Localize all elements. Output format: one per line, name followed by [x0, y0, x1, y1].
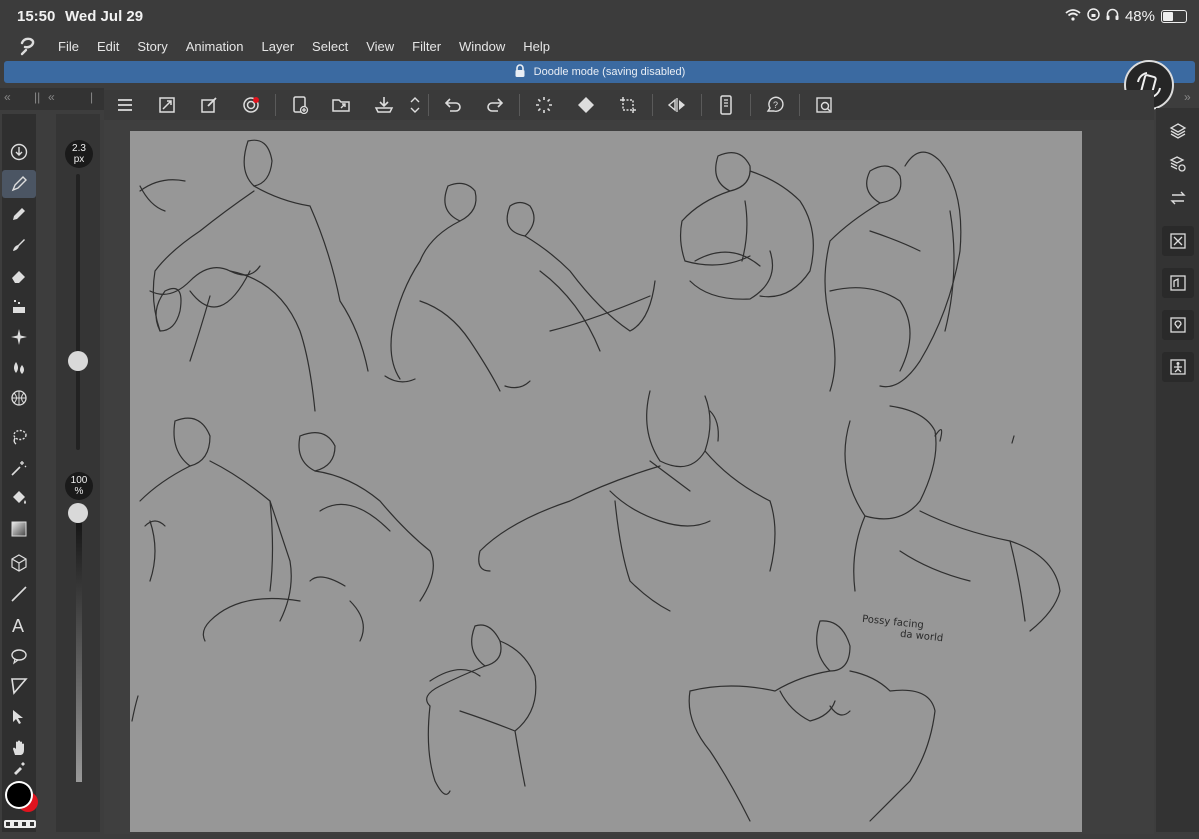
opacity-track[interactable]	[76, 512, 82, 782]
menu-select[interactable]: Select	[312, 39, 348, 54]
gradient-tool-icon[interactable]	[2, 515, 36, 543]
3d-object-icon[interactable]	[2, 549, 36, 577]
blur-tool-icon[interactable]	[2, 354, 36, 382]
opacity-unit: %	[74, 486, 84, 497]
perspective-tool-icon[interactable]	[2, 384, 36, 412]
app-logo-icon[interactable]	[17, 35, 39, 57]
brush-slider-panel: 2.3 px 100 %	[56, 114, 100, 832]
menu-icon[interactable]	[104, 90, 146, 120]
line-tool-icon[interactable]	[2, 580, 36, 608]
eyedropper-icon[interactable]	[2, 760, 36, 776]
svg-text:A: A	[12, 616, 24, 634]
brush-size-badge: 2.3 px	[65, 140, 93, 168]
text-tool-icon[interactable]: A	[2, 611, 36, 639]
right-palette-bar: »	[1156, 90, 1199, 832]
loading-icon[interactable]	[523, 90, 565, 120]
status-bar: 15:50 Wed Jul 29 48%	[0, 0, 1199, 32]
material-icon[interactable]	[1162, 310, 1194, 340]
brush-size-track[interactable]	[76, 174, 80, 450]
undo-icon[interactable]	[432, 90, 474, 120]
collapse-left-icon-2[interactable]: «	[48, 90, 55, 104]
redo-icon[interactable]	[474, 90, 516, 120]
main-color-swatch	[7, 783, 31, 807]
lasso-tool-icon[interactable]	[2, 423, 36, 451]
layer-property-icon[interactable]	[1162, 149, 1194, 179]
frame-tool-icon[interactable]	[2, 672, 36, 700]
doodle-mode-text: Doodle mode (saving disabled)	[533, 66, 686, 78]
command-bar: ?	[104, 90, 1154, 120]
magic-wand-icon[interactable]	[2, 454, 36, 482]
opacity-value: 100	[70, 475, 88, 486]
download-tool-icon[interactable]	[2, 138, 36, 166]
brush-tool-icon[interactable]	[2, 231, 36, 259]
menu-view[interactable]: View	[366, 39, 394, 54]
battery-percent: 48%	[1124, 8, 1155, 25]
doodle-mode-banner: Doodle mode (saving disabled)	[4, 61, 1195, 83]
help-icon[interactable]: ?	[754, 90, 796, 120]
brush-size-unit: px	[73, 154, 85, 165]
system-indicators: 48%	[1065, 8, 1187, 25]
object-select-icon[interactable]	[2, 703, 36, 731]
menu-layer[interactable]: Layer	[262, 39, 295, 54]
drag-handle-icon[interactable]: ||	[34, 90, 40, 104]
navigator-icon[interactable]	[1162, 226, 1194, 256]
flip-icon[interactable]	[656, 90, 698, 120]
menu-filter[interactable]: Filter	[412, 39, 441, 54]
fill-tool-icon[interactable]	[2, 484, 36, 512]
settings-icon[interactable]	[803, 90, 845, 120]
sparkle-tool-icon[interactable]	[2, 323, 36, 351]
transform-icon[interactable]	[188, 90, 230, 120]
drawing-paper[interactable]: Possy facing da world	[130, 131, 1082, 832]
lock-rotation-icon	[1087, 8, 1100, 25]
date: Wed Jul 29	[65, 8, 144, 25]
new-icon[interactable]	[279, 90, 321, 120]
color-well[interactable]	[2, 776, 38, 832]
swap-icon[interactable]	[1162, 183, 1194, 213]
save-icon[interactable]	[363, 90, 405, 120]
menu-file[interactable]: File	[58, 39, 79, 54]
eraser-tool-icon[interactable]	[2, 262, 36, 290]
device-icon[interactable]	[705, 90, 747, 120]
fill-icon[interactable]	[565, 90, 607, 120]
pencil-tool-icon[interactable]	[2, 200, 36, 228]
layers-icon[interactable]	[1162, 116, 1194, 146]
pen-tool-icon[interactable]	[2, 170, 36, 198]
brush-size-value: 2.3	[72, 143, 86, 154]
opacity-slider[interactable]	[68, 503, 88, 523]
lock-icon	[514, 63, 526, 81]
svg-text:?: ?	[773, 100, 778, 110]
crop-icon[interactable]	[607, 90, 649, 120]
opacity-badge: 100 %	[65, 472, 93, 500]
wifi-icon	[1065, 8, 1081, 25]
open-icon[interactable]	[321, 90, 363, 120]
blend-tool-icon[interactable]	[2, 292, 36, 320]
balloon-tool-icon[interactable]	[2, 642, 36, 670]
pose-icon[interactable]	[1162, 352, 1194, 382]
menu-edit[interactable]: Edit	[97, 39, 119, 54]
menu-animation[interactable]: Animation	[186, 39, 244, 54]
sketch-drawing	[131, 139, 1061, 822]
collapse-left-icon[interactable]: «	[4, 90, 11, 104]
collapse-right-icon[interactable]: »	[1184, 90, 1191, 104]
headphones-icon	[1106, 8, 1119, 25]
hand-tool-icon[interactable]	[2, 734, 36, 762]
record-icon[interactable]	[230, 90, 272, 120]
tool-palette: A	[2, 114, 36, 832]
left-panel-header: « || « | ≡ ≡	[0, 88, 104, 128]
menu-window[interactable]: Window	[459, 39, 505, 54]
brush-size-slider[interactable]	[68, 350, 88, 371]
menu-bar: File Edit Story Animation Layer Select V…	[0, 32, 1199, 60]
scroll-icon[interactable]	[405, 90, 425, 120]
battery-icon	[1161, 10, 1187, 23]
fit-icon[interactable]	[146, 90, 188, 120]
drag-handle-icon-2[interactable]: |	[90, 90, 93, 104]
menu-story[interactable]: Story	[137, 39, 167, 54]
sub-view-icon[interactable]	[1162, 268, 1194, 298]
menu-help[interactable]: Help	[523, 39, 550, 54]
clock: 15:50	[17, 8, 56, 25]
